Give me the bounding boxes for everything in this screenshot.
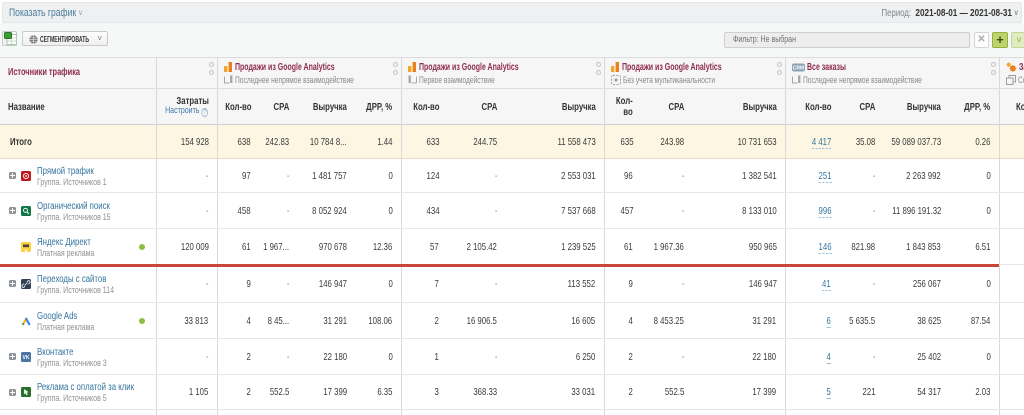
svg-text:CRM: CRM [792,65,803,71]
svg-text:VK: VK [23,355,30,361]
